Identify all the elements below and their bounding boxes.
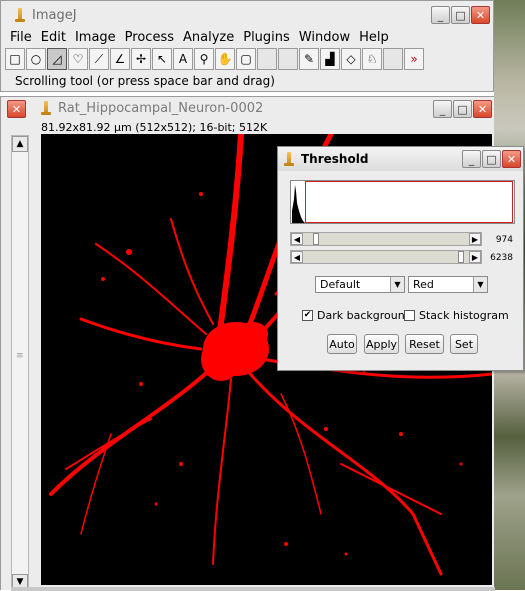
imagej-main-window: ImageJ _ □ ✕ File Edit Image Process Ana…	[0, 0, 494, 92]
auto-button[interactable]: Auto	[327, 334, 357, 354]
minimize-button[interactable]: _	[431, 6, 450, 24]
dark-background-checkbox[interactable]: ✔ Dark background	[302, 309, 412, 322]
min-threshold-slider[interactable]: ◀ ▶	[290, 232, 482, 246]
freehand-icon[interactable]: ♡	[68, 48, 88, 70]
image-titlebar[interactable]: Rat_Hippocampal_Neuron-0002 _ □ ✕	[1, 97, 494, 119]
threshold-dialog: Threshold _ □ ✕ ◀ ▶ 974 ◀ ▶ 6238 Default…	[277, 146, 524, 371]
threshold-minimize-button[interactable]: _	[462, 150, 481, 168]
imagej-logo-icon	[41, 101, 52, 115]
imagej-title: ImageJ	[32, 7, 77, 23]
maximize-button[interactable]: □	[451, 6, 470, 24]
image-maximize-button[interactable]: □	[453, 100, 472, 118]
slider-left-arrow-icon[interactable]: ◀	[291, 251, 303, 263]
histogram-plot	[292, 181, 513, 223]
menu-plugins[interactable]: Plugins	[243, 29, 290, 47]
stack-histogram-label: Stack histogram	[419, 309, 509, 322]
bucket-icon[interactable]: ♘	[362, 48, 382, 70]
threshold-close-button[interactable]: ✕	[502, 150, 521, 168]
toolbar-spacer	[257, 48, 277, 70]
menu-edit[interactable]: Edit	[41, 29, 66, 47]
method-select[interactable]: Default ▼	[315, 276, 405, 293]
horizontal-scrollbar[interactable]	[11, 587, 495, 591]
image-title: Rat_Hippocampal_Neuron-0002	[58, 100, 264, 116]
menubar: File Edit Image Process Analyze Plugins …	[1, 29, 493, 47]
max-threshold-slider[interactable]: ◀ ▶	[290, 250, 482, 264]
chevron-down-icon: ▼	[390, 277, 404, 292]
stack-histogram-checkbox[interactable]: Stack histogram	[404, 309, 509, 322]
wand-icon[interactable]: ↖	[152, 48, 172, 70]
slider-right-arrow-icon[interactable]: ▶	[469, 251, 481, 263]
toolbar-spacer	[278, 48, 298, 70]
color-picker-icon[interactable]: ▢	[236, 48, 256, 70]
threshold-histogram	[290, 180, 515, 224]
imagej-logo-icon	[15, 8, 26, 22]
imagej-titlebar[interactable]: ImageJ _ □ ✕	[1, 1, 493, 29]
angle-icon[interactable]: ∠	[110, 48, 130, 70]
display-select[interactable]: Red ▼	[408, 276, 488, 293]
max-threshold-value: 6238	[490, 253, 513, 263]
checkbox-box[interactable]: ✔	[302, 310, 313, 321]
menu-window[interactable]: Window	[299, 29, 350, 47]
point-icon[interactable]: ✢	[131, 48, 151, 70]
menu-file[interactable]: File	[10, 29, 32, 47]
vertical-scrollbar[interactable]: ▲ ≡ ▼	[11, 135, 29, 591]
pencil-icon[interactable]: ✎	[299, 48, 319, 70]
menu-image[interactable]: Image	[75, 29, 116, 47]
checkbox-box[interactable]	[404, 310, 415, 321]
set-button[interactable]: Set	[450, 334, 478, 354]
min-threshold-value: 974	[495, 235, 513, 245]
dropper-icon[interactable]: ▟	[320, 48, 340, 70]
image-info: 81.92x81.92 µm (512x512); 16-bit; 512K	[41, 121, 268, 134]
slider-right-arrow-icon[interactable]: ▶	[469, 233, 481, 245]
text-icon[interactable]: A	[173, 48, 193, 70]
toolbar-spacer	[383, 48, 403, 70]
threshold-maximize-button[interactable]: □	[482, 150, 501, 168]
scroll-thumb[interactable]: ≡	[16, 351, 24, 361]
slider-left-arrow-icon[interactable]: ◀	[291, 233, 303, 245]
line-icon[interactable]: ⟋	[89, 48, 109, 70]
magnifier-icon[interactable]: ⚲	[194, 48, 214, 70]
scroll-up-arrow-icon[interactable]: ▲	[12, 136, 28, 152]
threshold-titlebar[interactable]: Threshold _ □ ✕	[278, 147, 523, 171]
image-close-button[interactable]: ✕	[473, 100, 492, 118]
status-text: Scrolling tool (or press space bar and d…	[15, 74, 275, 88]
imagej-logo-icon	[284, 152, 295, 166]
menu-process[interactable]: Process	[125, 29, 174, 47]
image-minimize-button[interactable]: _	[433, 100, 452, 118]
oval-icon[interactable]: ○	[26, 48, 46, 70]
display-select-value: Red	[413, 278, 434, 291]
menu-analyze[interactable]: Analyze	[183, 29, 234, 47]
threshold-title: Threshold	[301, 152, 369, 166]
polygon-icon[interactable]: ◿	[47, 48, 67, 70]
rectangle-icon[interactable]: □	[5, 48, 25, 70]
eraser-icon[interactable]: ◇	[341, 48, 361, 70]
toolbar: □ ○ ◿ ♡ ⟋ ∠ ✢ ↖ A ⚲ ✋ ▢ ✎ ▟ ◇ ♘ »	[5, 48, 424, 71]
min-slider-thumb[interactable]	[313, 233, 319, 245]
menu-help[interactable]: Help	[359, 29, 389, 47]
method-select-value: Default	[320, 278, 361, 291]
dark-background-label: Dark background	[317, 309, 412, 322]
reset-button[interactable]: Reset	[405, 334, 444, 354]
more-icon[interactable]: »	[404, 48, 424, 70]
hand-icon[interactable]: ✋	[215, 48, 235, 70]
max-slider-thumb[interactable]	[458, 251, 464, 263]
apply-button[interactable]: Apply	[364, 334, 399, 354]
close-button[interactable]: ✕	[471, 6, 490, 24]
chevron-down-icon: ▼	[473, 277, 487, 292]
